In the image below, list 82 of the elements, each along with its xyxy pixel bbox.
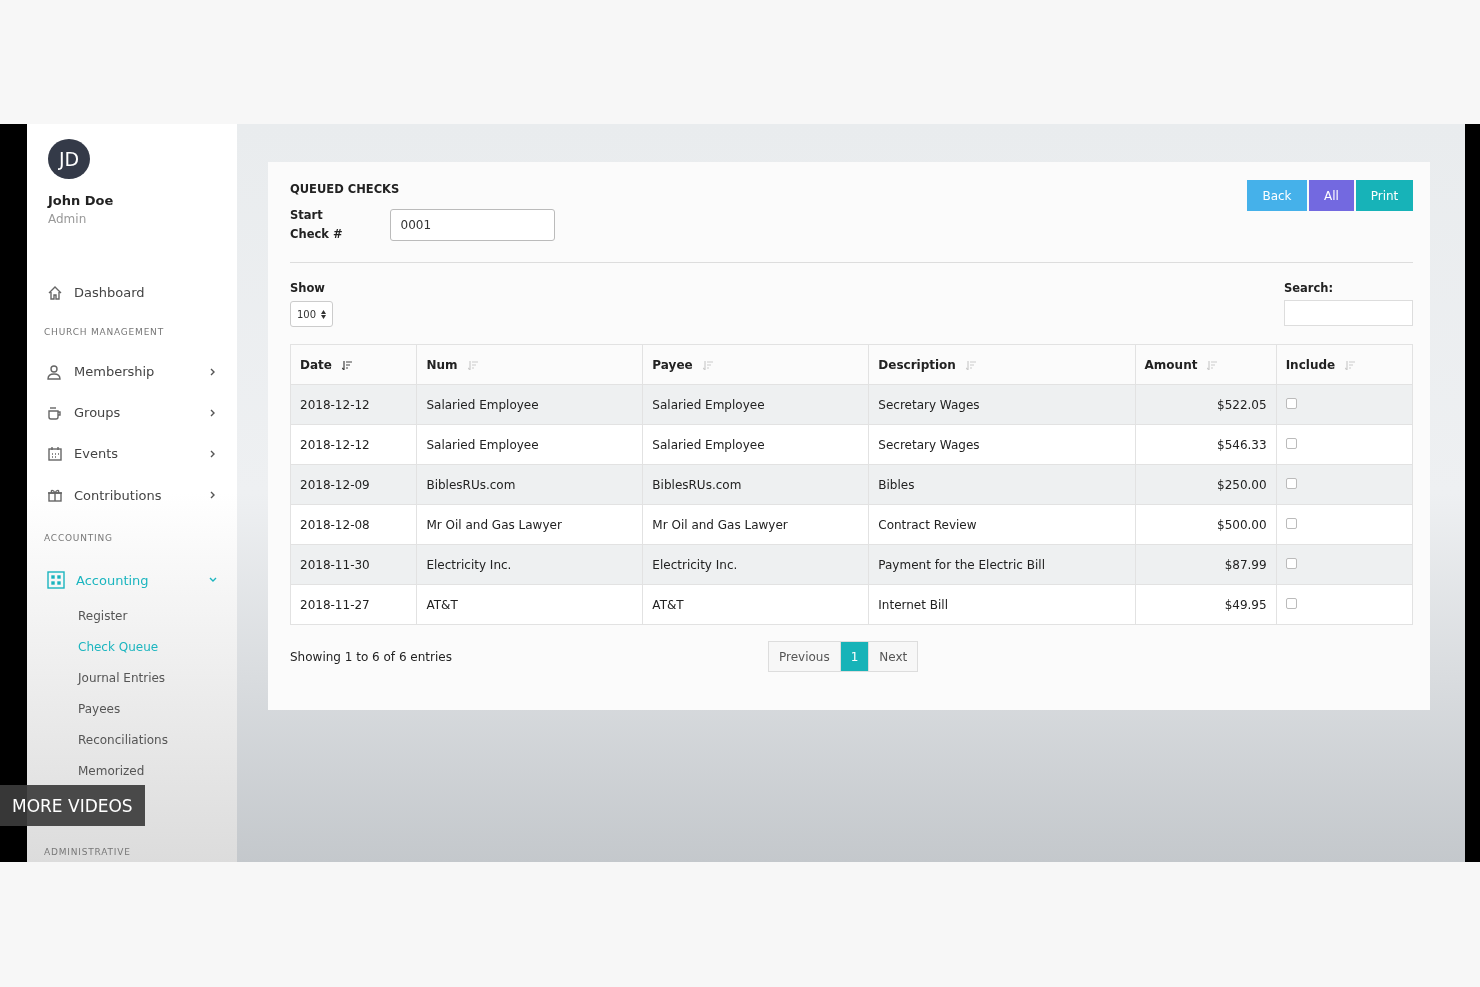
home-icon [47,284,63,301]
table-cell: Salaried Employee [642,384,869,425]
table-cell: 2018-12-12 [290,384,417,425]
cup-icon [47,404,63,421]
nav-subitem[interactable]: Reconciliations [27,724,237,756]
search-field[interactable] [1284,300,1413,326]
table-cell: BiblesRUs.com [642,464,869,505]
start-check-field[interactable]: 0001 [389,209,555,241]
include-checkbox[interactable] [1285,477,1297,489]
table-cell: Electricity Inc. [642,544,869,585]
more-videos-button[interactable]: MORE VIDEOS [0,785,145,826]
table-cell: $500.00 [1135,504,1277,545]
users-icon [47,363,63,380]
nav-subitem[interactable]: Memorized [27,755,237,787]
section-heading: ADMINISTRATIVE [44,846,131,860]
table-cell: 2018-12-12 [290,424,417,465]
column-header[interactable]: Amount [1135,344,1277,385]
table-cell: 2018-12-08 [290,504,417,545]
column-header[interactable]: Date [290,344,417,385]
table-cell: Salaried Employee [416,424,643,465]
table-cell: $522.05 [1135,384,1277,425]
field-label: Start Check # [290,207,343,243]
table-cell: $49.95 [1135,584,1277,625]
table-cell: Contract Review [868,504,1136,545]
table-cell: $87.99 [1135,544,1277,585]
user-role: Admin [48,212,88,227]
gift-icon [47,487,63,504]
table-cell: Mr Oil and Gas Lawyer [416,504,643,545]
table-cell: Electricity Inc. [416,544,643,585]
card-title: QUEUED CHECKS [290,182,401,196]
table-cell: AT&T [642,584,869,625]
section-heading: ACCOUNTING [44,531,113,545]
table-cell: Bibles [868,464,1136,505]
pagination-button[interactable]: Previous [768,641,841,672]
table-cell: 2018-11-27 [290,584,417,625]
sort-icon[interactable] [341,360,352,370]
nav-item[interactable]: Membership [27,351,237,393]
table-cell: Secretary Wages [868,384,1136,425]
include-checkbox[interactable] [1285,397,1297,409]
user-name: John Doe [48,193,115,209]
table-cell: Secretary Wages [868,424,1136,465]
table-cell: 2018-12-09 [290,464,417,505]
nav-item[interactable]: Dashboard [27,272,237,314]
nav-item[interactable]: Events [27,433,237,475]
column-header[interactable]: Num [416,344,643,385]
table-cell: $546.33 [1135,424,1277,465]
table-cell: BiblesRUs.com [416,464,643,505]
table-cell: Salaried Employee [416,384,643,425]
pagination-button[interactable]: Next [868,641,919,672]
table-cell: Internet Bill [868,584,1136,625]
chevron-right-icon [209,491,217,500]
column-header[interactable]: Payee [642,344,869,385]
include-checkbox[interactable] [1285,557,1297,569]
column-header[interactable]: Description [868,344,1136,385]
table-cell: AT&T [416,584,643,625]
column-header[interactable]: Include [1276,344,1413,385]
field-label: Show [290,280,326,297]
table-cell: $250.00 [1135,464,1277,505]
chevron-right-icon [209,449,217,458]
page-size-select[interactable]: 100 [290,301,334,327]
field-label: Search: [1284,280,1335,297]
nav-subitem[interactable]: Journal Entries [27,662,237,694]
include-checkbox[interactable] [1285,437,1297,449]
chevron-right-icon [209,367,217,376]
chevron-right-icon [209,408,217,417]
entries-info: Showing 1 to 6 of 6 entries [290,649,453,664]
calendar-icon [47,445,63,462]
nav-subitem[interactable]: Payees [27,693,237,725]
grid-icon [47,571,65,590]
nav-item[interactable]: Groups [27,392,237,434]
section-heading: CHURCH MANAGEMENT [44,326,164,340]
table-cell: Payment for the Electric Bill [868,544,1136,585]
table-cell: Salaried Employee [642,424,869,465]
table-cell: Mr Oil and Gas Lawyer [642,504,869,545]
nav-subitem[interactable]: Register [27,600,237,632]
user-avatar: JD [48,139,90,180]
nav-item[interactable]: Contributions [27,474,237,516]
action-button[interactable]: All [1309,180,1354,211]
updown-icon [321,309,327,319]
include-checkbox[interactable] [1285,517,1297,529]
table-cell: 2018-11-30 [290,544,417,585]
include-checkbox[interactable] [1285,597,1297,609]
